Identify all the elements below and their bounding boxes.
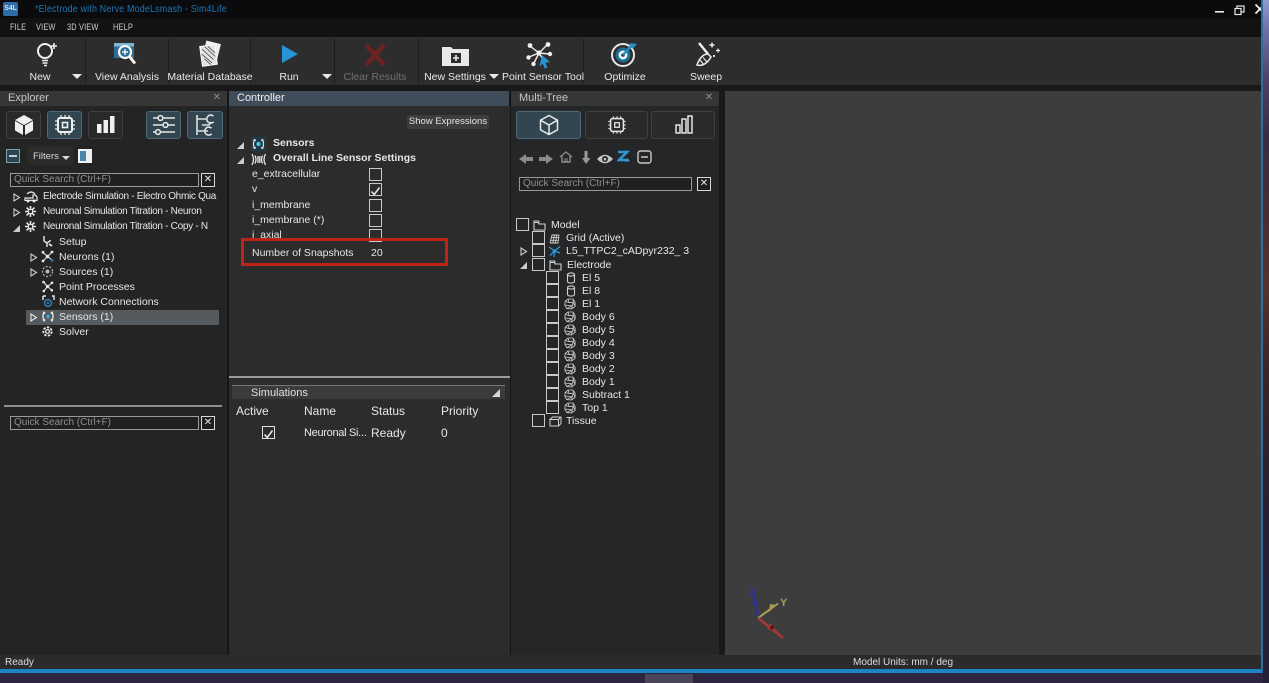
svg-text:Z: Z bbox=[749, 587, 756, 599]
svg-text:Y: Y bbox=[780, 597, 788, 609]
